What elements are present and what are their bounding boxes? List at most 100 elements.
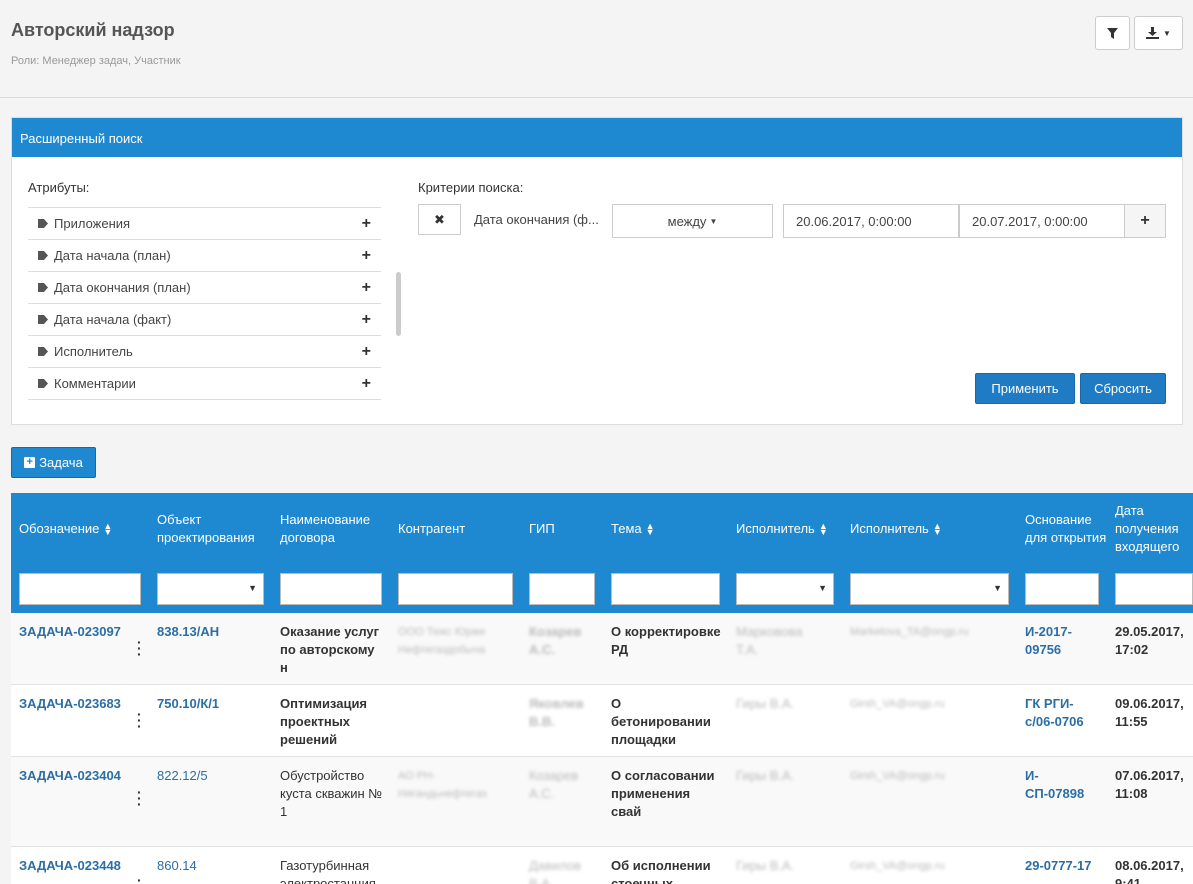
column-header-theme[interactable]: Тема ▲ ▼ <box>611 503 655 555</box>
criterion-operator-select[interactable]: между ▼ <box>612 204 773 238</box>
gip: Яковлев В.В. <box>529 696 584 729</box>
export-button[interactable]: ▼ <box>1134 16 1183 50</box>
executor-link[interactable]: Марковова Т.А. <box>736 623 826 659</box>
gip: Давилов В.А. <box>529 858 582 884</box>
executor-link[interactable]: Гиры В.А. <box>736 857 826 875</box>
sort-icon: ▲ ▼ <box>932 521 942 537</box>
remove-criterion-button[interactable]: ✖ <box>418 204 461 235</box>
basis-link[interactable]: ГК РГИ-с/06-0706 <box>1025 695 1095 731</box>
attribute-item[interactable]: Приложения + <box>28 208 381 240</box>
basis-link[interactable]: 29-0777-17 <box>1025 857 1105 875</box>
column-header-basis[interactable]: Основание для открытия <box>1025 501 1107 557</box>
apply-button[interactable]: Применить <box>975 373 1075 404</box>
add-task-button[interactable]: + Задача <box>11 447 96 478</box>
task-id-link[interactable]: ЗАДАЧА-023097 <box>19 623 121 641</box>
column-header-object: Объект проектирования <box>157 512 255 545</box>
add-attribute-icon[interactable]: + <box>362 279 371 297</box>
contract-name: Оптимизация проектных решений <box>280 696 368 747</box>
filter-input-gip[interactable] <box>529 573 595 605</box>
column-header-designation[interactable]: Обозначение ▲ ▼ <box>19 503 112 555</box>
filter-input-designation[interactable] <box>19 573 141 605</box>
table-row[interactable]: ЗАДАЧА-023683 · · · 750.10/К/1 Оптимизация… <box>11 685 1193 757</box>
tag-icon <box>38 251 48 260</box>
filter-input-date[interactable] <box>1115 573 1193 605</box>
theme: О согласовании применения свай <box>611 768 715 819</box>
theme: О бетонировании площадки <box>611 696 711 747</box>
advanced-search-title: Расширенный поиск <box>12 118 1182 157</box>
object-link[interactable]: 750.10/К/1 <box>157 695 219 713</box>
filter-input-theme[interactable] <box>611 573 720 605</box>
page-title: Авторский надзор <box>11 20 175 40</box>
table-row[interactable]: ЗАДАЧА-023097 · · · 838.13/АН Оказание усл… <box>11 613 1193 685</box>
gip: Козарев А.С. <box>529 768 579 801</box>
column-header-executor[interactable]: Исполнитель ▲ ▼ <box>736 503 828 555</box>
add-attribute-icon[interactable]: + <box>362 215 371 233</box>
executor-link[interactable]: Гиры В.А. <box>736 695 826 713</box>
row-menu-icon[interactable]: ··· <box>137 707 142 733</box>
row-menu-icon[interactable]: ··· <box>137 873 142 884</box>
page-header: Авторский надзор Роли: Менеджер задач, У… <box>0 0 1193 98</box>
executor-link[interactable]: Гиры В.А. <box>736 767 826 785</box>
attribute-item[interactable]: Исполнитель + <box>28 336 381 368</box>
tag-icon <box>38 379 48 388</box>
attribute-item[interactable]: Комментарии + <box>28 368 381 400</box>
task-id-link[interactable]: ЗАДАЧА-023683 <box>19 695 121 713</box>
contractor: ООО Тюкс Юрже Нефтегаздобыча <box>398 626 486 656</box>
filter-input-contract[interactable] <box>280 573 382 605</box>
attribute-list-scrollbar[interactable] <box>396 272 401 336</box>
object-link[interactable]: 838.13/АН <box>157 623 219 641</box>
column-header-executor-email[interactable]: Исполнитель ▲ ▼ <box>850 503 942 555</box>
date-to-input[interactable]: 20.07.2017, 0:00:00 <box>959 204 1135 238</box>
plus-icon: + <box>1140 212 1150 229</box>
download-icon <box>1146 27 1160 39</box>
gip: Козарев А.С. <box>529 624 582 657</box>
table-row[interactable]: ЗАДАЧА-023404 · · · 822.12/5 Обустройство … <box>11 757 1193 847</box>
object-link[interactable]: 822.12/5 <box>157 767 208 785</box>
row-menu-icon[interactable]: ··· <box>137 635 142 661</box>
attributes-label: Атрибуты: <box>28 180 90 195</box>
attribute-item[interactable]: Дата начала (факт) + <box>28 304 381 336</box>
date-received: 07.06.2017, 11:08 <box>1115 768 1184 801</box>
tag-icon <box>38 315 48 324</box>
advanced-search-panel: Расширенный поиск Атрибуты: Приложения +… <box>11 117 1183 425</box>
attribute-item[interactable]: Дата окончания (план) + <box>28 272 381 304</box>
add-task-label: Задача <box>39 455 83 470</box>
add-attribute-icon[interactable]: + <box>362 247 371 265</box>
theme: О корректировке РД <box>611 624 721 657</box>
attribute-item[interactable]: Дата начала (план) + <box>28 240 381 272</box>
column-header-contractor: Контрагент <box>398 521 466 536</box>
contractor: АО РН-Нягандьнефтегаз <box>398 770 487 800</box>
criterion-row: ✖ Дата окончания (ф... между ▼ 20.06.201… <box>418 204 1166 238</box>
tag-icon <box>38 219 48 228</box>
table-row[interactable]: ЗАДАЧА-023448 ··· 860.14 Газотурбинная э… <box>11 847 1193 884</box>
executor-email: Markelova_TA@ongp.ru <box>850 626 969 638</box>
date-from-input[interactable]: 20.06.2017, 0:00:00 <box>783 204 959 238</box>
attribute-label: Исполнитель <box>54 344 133 359</box>
add-attribute-icon[interactable]: + <box>362 311 371 329</box>
tag-icon <box>38 347 48 356</box>
sort-icon: ▲ ▼ <box>103 521 113 537</box>
filter-select-executor-email[interactable] <box>850 573 1009 605</box>
add-attribute-icon[interactable]: + <box>362 343 371 361</box>
object-link[interactable]: 860.14 <box>157 857 197 875</box>
filter-select-object[interactable] <box>157 573 264 605</box>
filter-button[interactable] <box>1095 16 1130 50</box>
reset-button[interactable]: Сбросить <box>1080 373 1166 404</box>
filter-input-contractor[interactable] <box>398 573 513 605</box>
row-menu-icon[interactable]: ··· <box>137 785 142 811</box>
column-header-gip: ГИП <box>529 521 555 536</box>
add-criterion-button[interactable]: + <box>1124 204 1166 238</box>
basis-link[interactable]: И-СП-07898 <box>1025 767 1095 803</box>
add-attribute-icon[interactable]: + <box>362 375 371 393</box>
date-received: 09.06.2017, 11:55 <box>1115 696 1184 729</box>
task-id-link[interactable]: ЗАДАЧА-023404 <box>19 767 121 785</box>
attribute-list: Приложения + Дата начала (план) + Дата о… <box>28 207 381 400</box>
theme: Об исполнении стоечных <box>611 858 711 884</box>
filter-input-basis[interactable] <box>1025 573 1099 605</box>
basis-link[interactable]: И-2017-09756 <box>1025 623 1095 659</box>
task-id-link[interactable]: ЗАДАЧА-023448 <box>19 857 121 875</box>
task-table: Обозначение ▲ ▼ Объект проектирования Наим… <box>11 493 1193 884</box>
filter-select-executor[interactable] <box>736 573 834 605</box>
date-received: 29.05.2017, 17:02 <box>1115 624 1184 657</box>
criteria-label: Критерии поиска: <box>418 180 524 195</box>
